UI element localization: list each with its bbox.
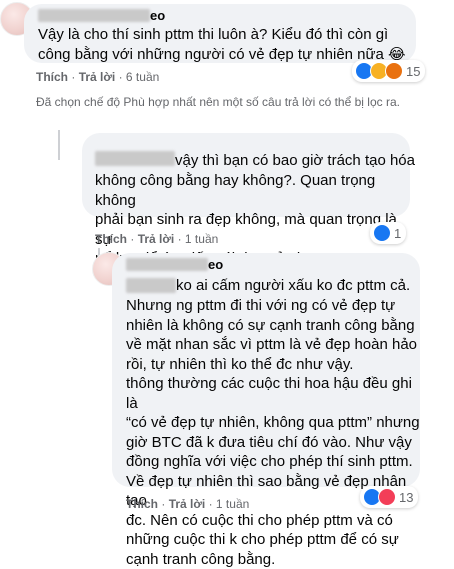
reaction-summary[interactable]: 13 <box>360 486 419 508</box>
comment-first-line: vậy thì bạn có bao giờ trách tạo hóa <box>175 152 415 169</box>
comment-actions: Thích · Trả lời · 6 tuần <box>36 70 159 84</box>
commenter-name[interactable]: eo <box>208 257 223 272</box>
redacted-name <box>126 278 176 293</box>
redacted-name <box>95 151 175 166</box>
reply-button[interactable]: Trả lời <box>79 70 116 84</box>
reply-button[interactable]: Trả lời <box>138 232 175 246</box>
separator: · <box>130 232 135 246</box>
redacted-name <box>126 258 208 271</box>
like-button[interactable]: Thích <box>95 232 127 246</box>
comment-time[interactable]: 1 tuần <box>216 497 249 511</box>
separator: · <box>118 70 123 84</box>
comment-text: Vậy là cho thí sinh pttm thi luôn à? Kiể… <box>38 26 406 63</box>
comment-first-line: ko ai cấm người xấu ko đc pttm cả. <box>176 277 411 294</box>
heart-icon <box>378 488 396 506</box>
filter-notice: Đã chọn chế độ Phù hợp nhất nên một số c… <box>36 95 400 109</box>
like-icon <box>373 224 391 242</box>
comment-actions: Thích · Trả lời · 1 tuần <box>126 497 249 511</box>
reaction-count: 13 <box>399 489 414 505</box>
angry-icon <box>385 62 403 80</box>
like-button[interactable]: Thích <box>126 497 158 511</box>
commenter-name[interactable]: eo <box>150 8 165 23</box>
thread-line <box>58 130 60 160</box>
reaction-count: 15 <box>406 63 421 79</box>
comment-time[interactable]: 6 tuần <box>126 70 159 84</box>
like-button[interactable]: Thích <box>36 70 68 84</box>
separator: · <box>161 497 166 511</box>
reaction-summary[interactable]: 15 <box>352 60 426 82</box>
reaction-summary[interactable]: 1 <box>370 222 407 244</box>
comment-time[interactable]: 1 tuần <box>185 232 218 246</box>
comment-text: Nhưng ng pttm đi thi với ng có vẻ đẹp tự… <box>126 297 420 568</box>
comment-actions: Thích · Trả lời · 1 tuần <box>95 232 218 246</box>
reaction-count: 1 <box>394 225 402 241</box>
redacted-name <box>38 9 150 22</box>
reply-button[interactable]: Trả lời <box>169 497 206 511</box>
separator: · <box>71 70 76 84</box>
separator: · <box>208 497 213 511</box>
separator: · <box>177 232 182 246</box>
